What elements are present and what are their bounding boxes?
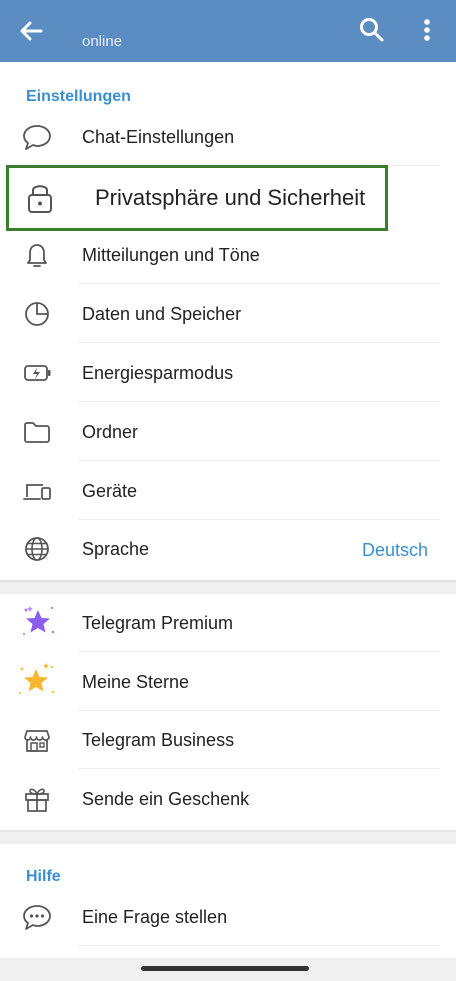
language-value: Deutsch [361,540,428,560]
settings-item-label: Geräte [82,481,138,501]
bell-icon [20,240,54,270]
settings-item-power-saving[interactable]: Energiesparmodus [0,344,456,402]
settings-item-label: Ordner [82,422,139,442]
settings-item-label: Sprache [82,539,150,559]
top-app-bar: online [0,0,456,62]
premium-star-icon [18,602,58,642]
settings-item-label: Daten und Speicher [82,304,242,324]
premium-item-my-stars[interactable]: Meine Sterne [0,653,456,711]
status-text: online [82,33,123,50]
search-icon[interactable] [356,14,388,46]
globe-icon [20,534,54,564]
section-title-help: Hilfe [26,868,61,885]
chat-bubble-icon [20,122,54,152]
premium-item-send-gift[interactable]: Sende ein Geschenk [0,770,456,828]
settings-item-label: Mitteilungen und Töne [82,245,260,265]
premium-item-label: Telegram Business [82,730,235,750]
settings-item-folders[interactable]: Ordner [0,403,456,461]
home-indicator[interactable] [141,966,309,971]
premium-item-label: Meine Sterne [82,672,190,692]
pie-chart-icon [20,299,54,329]
premium-item-telegram-business[interactable]: Telegram Business [0,711,456,769]
settings-item-privacy[interactable]: Privatsphäre und Sicherheit [6,165,388,231]
section-separator [0,830,456,844]
help-item-label: Eine Frage stellen [82,907,228,927]
settings-item-label: Energiesparmodus [82,363,234,383]
separator-shade [0,830,456,832]
shop-icon [20,725,54,755]
settings-item-label: Chat-Einstellungen [82,127,235,147]
section-title-settings: Einstellungen [26,88,131,105]
section-separator [0,580,456,594]
divider [78,460,440,461]
gift-icon [20,784,54,814]
settings-item-label: Privatsphäre und Sicherheit [95,185,366,210]
premium-item-label: Telegram Premium [82,613,234,633]
settings-item-devices[interactable]: Geräte [0,462,456,520]
settings-item-notifications[interactable]: Mitteilungen und Töne [0,226,456,284]
premium-item-telegram-premium[interactable]: Telegram Premium [0,594,456,652]
separator-shade [0,580,456,582]
settings-item-data-storage[interactable]: Daten und Speicher [0,285,456,343]
settings-item-language[interactable]: Sprache Deutsch [0,520,456,578]
back-arrow-icon[interactable] [14,14,48,48]
divider [78,651,440,652]
divider [78,768,440,769]
divider [78,283,440,284]
devices-icon [20,476,54,506]
battery-icon [20,358,54,388]
help-item-ask-question[interactable]: Eine Frage stellen [0,888,456,946]
divider [78,401,440,402]
folder-icon [20,417,54,447]
settings-item-chat[interactable]: Chat-Einstellungen [0,108,456,166]
premium-item-label: Sende ein Geschenk [82,789,250,809]
lock-icon [23,180,57,216]
gold-star-icon [14,659,58,703]
divider [78,945,440,946]
more-vert-icon[interactable] [414,14,440,46]
question-chat-icon [20,902,54,932]
divider [78,342,440,343]
